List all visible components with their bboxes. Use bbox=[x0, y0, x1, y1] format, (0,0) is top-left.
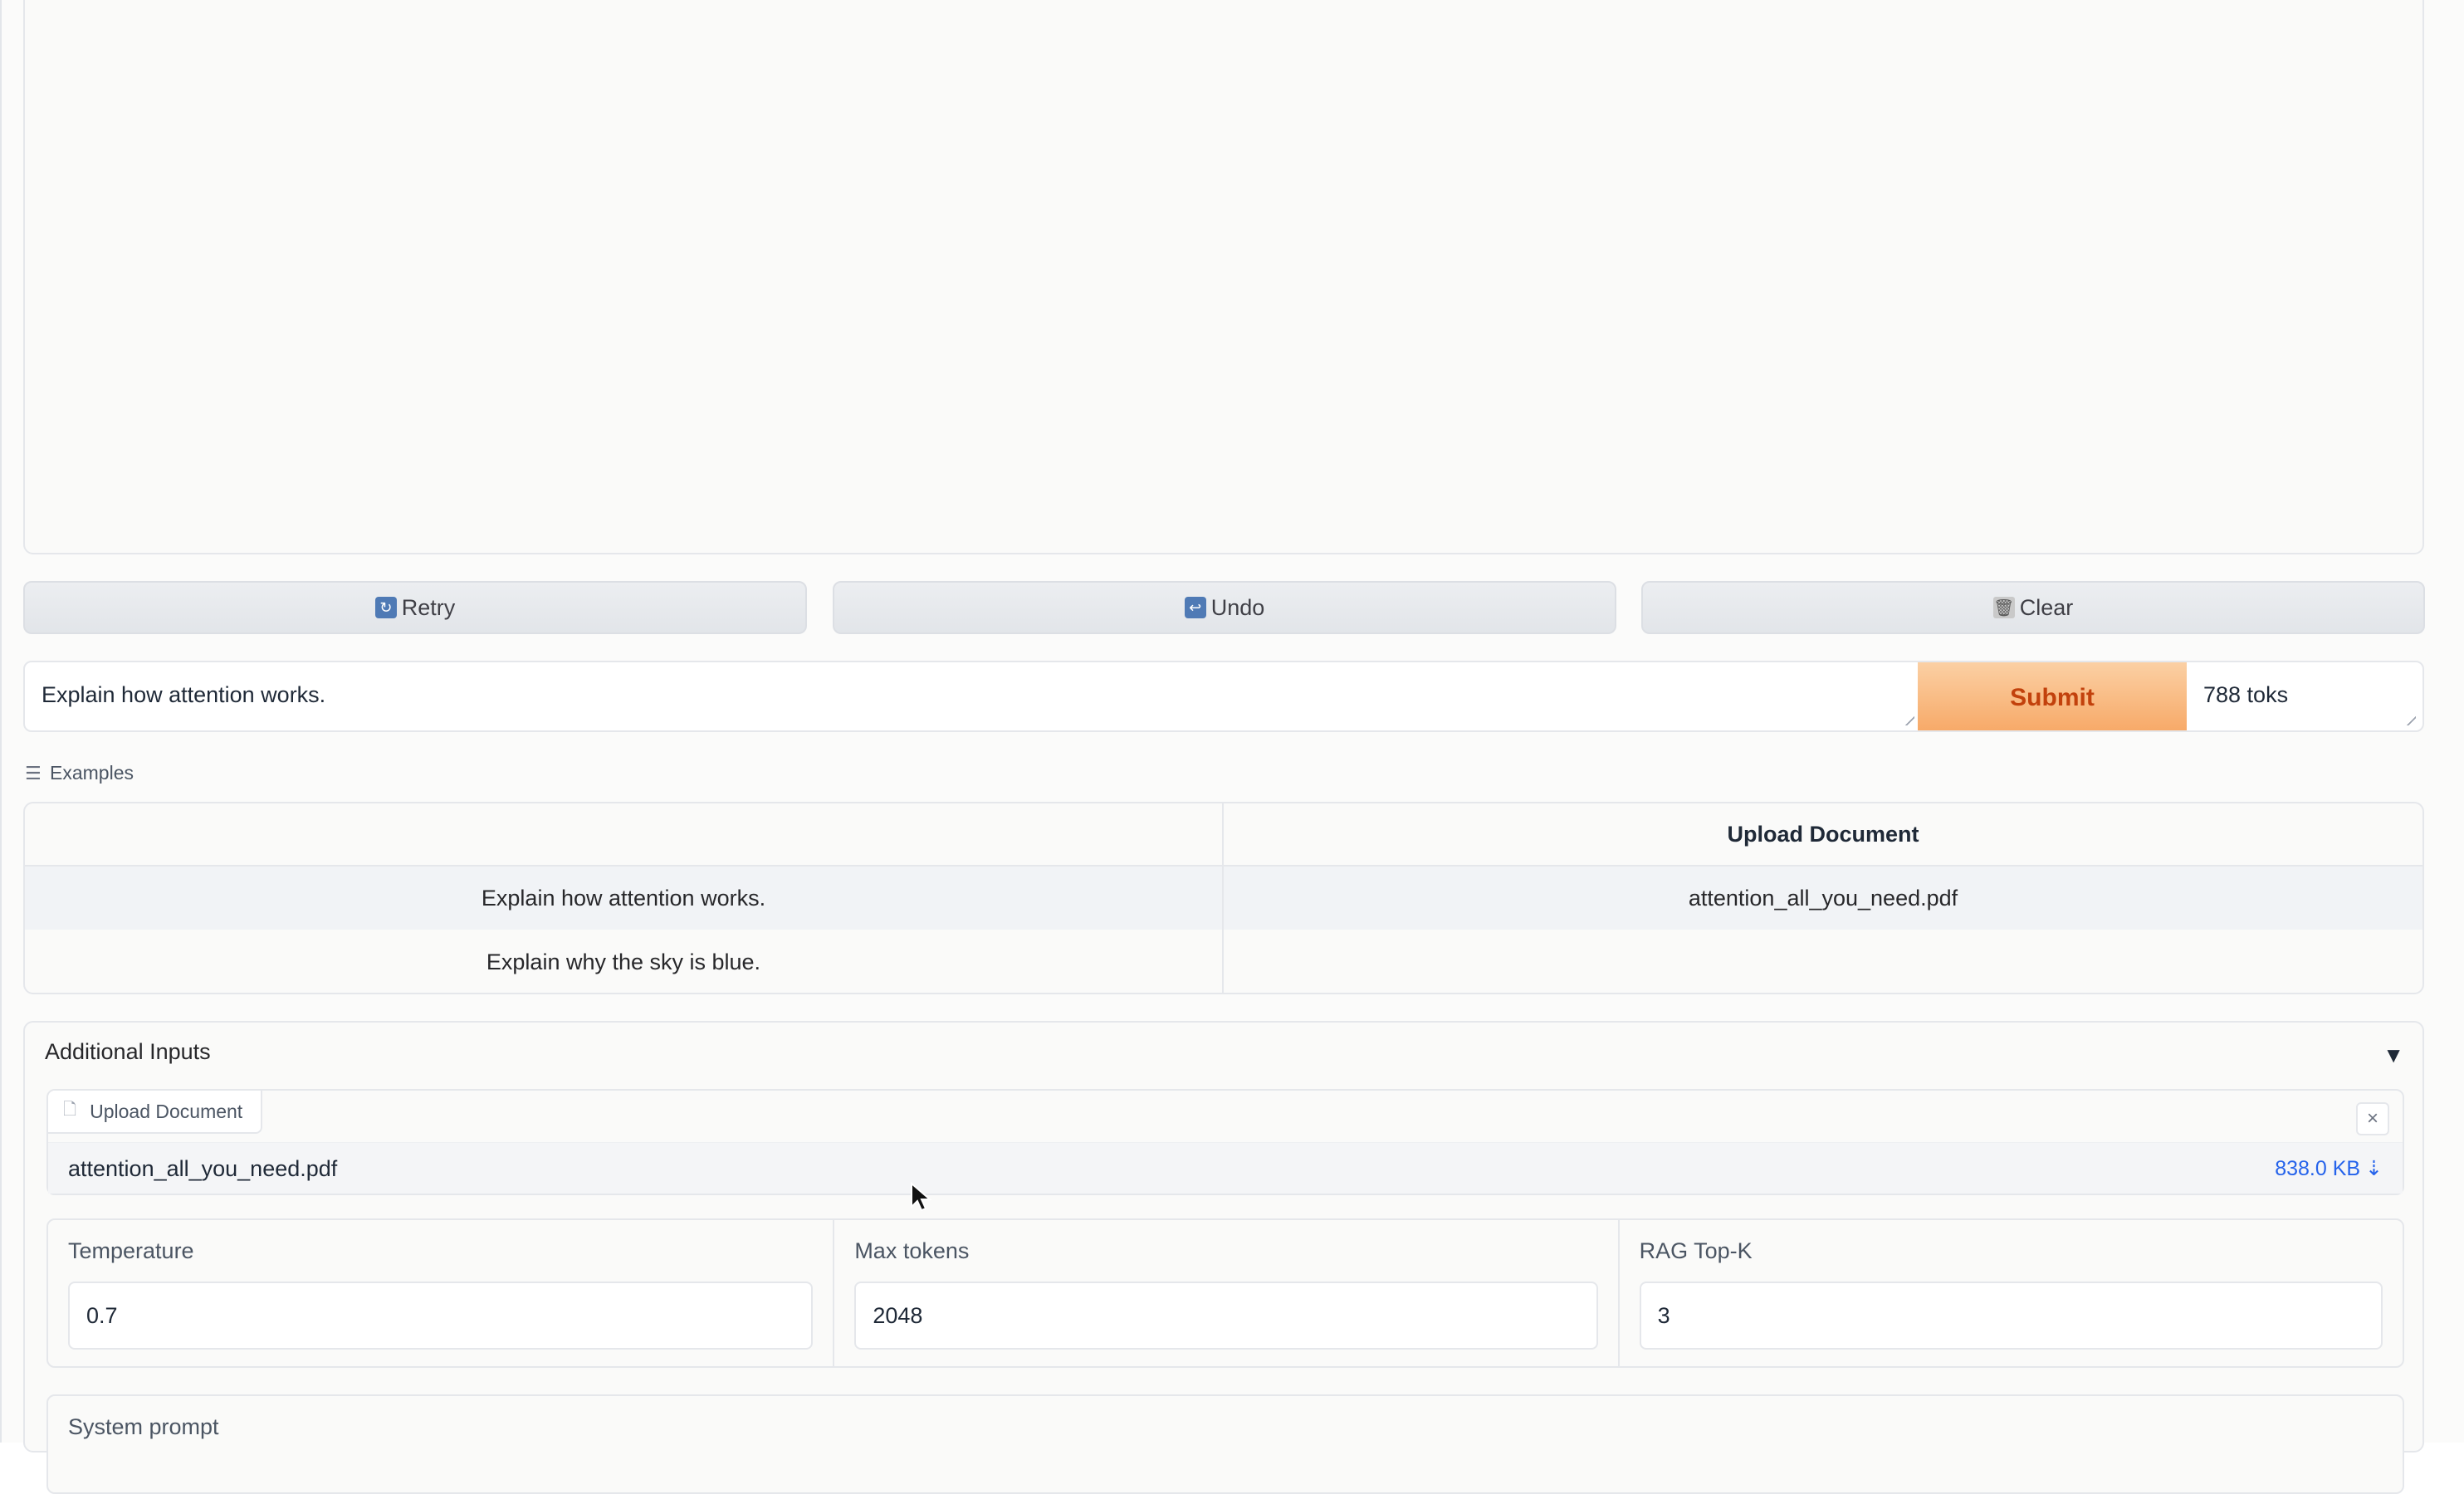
message-input-row: Explain how attention works. Submit 788 … bbox=[23, 661, 2424, 732]
upload-document-label: Upload Document bbox=[90, 1100, 243, 1122]
rag-top-k-field: RAG Top-K 3 bbox=[1617, 1220, 2403, 1366]
system-prompt-box[interactable]: System prompt bbox=[46, 1394, 2404, 1494]
table-cell[interactable]: Explain how attention works. bbox=[25, 867, 1224, 930]
submit-button[interactable]: Submit bbox=[1918, 662, 2187, 730]
retry-icon: ↻ bbox=[374, 597, 397, 618]
examples-header: ☰ Examples bbox=[25, 762, 134, 784]
table-row[interactable]: Explain why the sky is blue. bbox=[25, 930, 2422, 993]
upload-document-box[interactable]: 🗋 Upload Document × attention_all_you_ne… bbox=[46, 1089, 2404, 1195]
chat-interface: ↻ Retry ↩ Undo 🗑 Clear Explain how atten… bbox=[0, 0, 2464, 1494]
parameters-row: Temperature 0.7 Max tokens 2048 RAG Top-… bbox=[46, 1218, 2404, 1368]
list-icon: ☰ bbox=[25, 762, 42, 784]
table-cell[interactable]: attention_all_you_need.pdf bbox=[1224, 867, 2422, 930]
accordion-title[interactable]: Additional Inputs bbox=[45, 1039, 211, 1065]
table-cell[interactable]: Explain why the sky is blue. bbox=[25, 930, 1224, 993]
retry-button[interactable]: ↻ Retry bbox=[23, 581, 807, 634]
examples-label: Examples bbox=[50, 762, 134, 784]
undo-icon: ↩ bbox=[1184, 597, 1206, 618]
max-tokens-label: Max tokens bbox=[854, 1238, 970, 1263]
system-prompt-label: System prompt bbox=[68, 1414, 219, 1439]
clear-label: Clear bbox=[2019, 594, 2074, 620]
file-icon: 🗋 bbox=[63, 1101, 77, 1119]
close-icon[interactable]: × bbox=[2356, 1102, 2389, 1135]
table-cell[interactable] bbox=[1224, 930, 2422, 993]
message-textbox[interactable]: Explain how attention works. bbox=[42, 682, 325, 708]
examples-table: Upload Document Explain how attention wo… bbox=[23, 802, 2424, 994]
temperature-field: Temperature 0.7 bbox=[48, 1220, 833, 1366]
max-tokens-field: Max tokens 2048 bbox=[833, 1220, 1617, 1366]
trash-icon: 🗑 bbox=[1992, 597, 2015, 618]
table-row[interactable]: Explain how attention works. attention_a… bbox=[25, 867, 2422, 930]
table-header-upload-document: Upload Document bbox=[1727, 821, 1919, 847]
table-header-message bbox=[25, 803, 1224, 865]
temperature-label: Temperature bbox=[68, 1238, 194, 1263]
retry-label: Retry bbox=[401, 594, 456, 620]
chatbot-panel bbox=[23, 0, 2424, 554]
additional-inputs-accordion: Additional Inputs ▼ 🗋 Upload Document × … bbox=[23, 1021, 2424, 1494]
download-icon: ⇣ bbox=[2365, 1157, 2383, 1180]
uploaded-file-row: attention_all_you_need.pdf 838.0 KB ⇣ bbox=[48, 1142, 2403, 1194]
uploaded-file-name: attention_all_you_need.pdf bbox=[68, 1156, 338, 1181]
download-link[interactable]: 838.0 KB ⇣ bbox=[2275, 1156, 2383, 1181]
resize-handle-icon[interactable] bbox=[1903, 714, 1914, 725]
rag-top-k-input[interactable]: 3 bbox=[1639, 1282, 2383, 1350]
undo-button[interactable]: ↩ Undo bbox=[833, 581, 1616, 634]
caret-down-icon[interactable]: ▼ bbox=[2383, 1042, 2404, 1068]
file-size: 838.0 KB bbox=[2275, 1157, 2361, 1180]
token-counter: 788 toks bbox=[2203, 682, 2289, 707]
rag-top-k-label: RAG Top-K bbox=[1639, 1238, 1753, 1263]
clear-button[interactable]: 🗑 Clear bbox=[1641, 581, 2425, 634]
upload-document-tag: 🗋 Upload Document bbox=[48, 1091, 263, 1134]
resize-handle-icon[interactable] bbox=[2404, 714, 2416, 725]
undo-label: Undo bbox=[1210, 594, 1265, 620]
cursor-arrow-icon bbox=[911, 1181, 932, 1212]
max-tokens-input[interactable]: 2048 bbox=[854, 1282, 1598, 1350]
table-header-row: Upload Document bbox=[25, 803, 2422, 867]
temperature-input[interactable]: 0.7 bbox=[68, 1282, 814, 1350]
